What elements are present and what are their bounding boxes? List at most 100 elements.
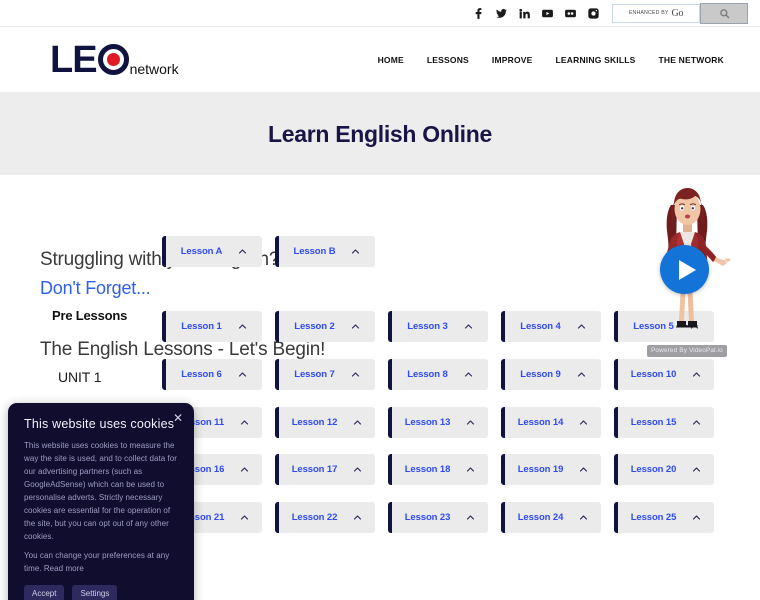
- linkedin-icon[interactable]: [518, 7, 531, 20]
- lesson-button-label: Lesson 1: [181, 321, 222, 332]
- lesson-button-label: Lesson 25: [630, 512, 677, 523]
- cookie-banner-body: This website uses cookies to measure the…: [24, 441, 177, 542]
- instagram-icon[interactable]: [587, 7, 600, 20]
- lesson-button[interactable]: Lesson 3: [388, 311, 488, 342]
- lesson-button[interactable]: Lesson 25: [614, 502, 714, 533]
- lesson-button-label: Lesson 2: [294, 321, 335, 332]
- lesson-button[interactable]: Lesson 24: [501, 502, 601, 533]
- hero-banner: Learn English Online: [0, 93, 760, 175]
- lesson-button[interactable]: Lesson 18: [388, 454, 488, 485]
- lesson-button-label: Lesson 6: [181, 369, 222, 380]
- lesson-button[interactable]: Lesson 23: [388, 502, 488, 533]
- lesson-button-label: Lesson 13: [404, 417, 451, 428]
- cookie-banner-title: This website uses cookies: [24, 417, 175, 432]
- main-navigation: HOME LESSONS IMPROVE LEARNING SKILLS THE…: [378, 55, 724, 65]
- lesson-button-label: Lesson 18: [404, 464, 451, 475]
- nav-item-the-network[interactable]: THE NETWORK: [659, 55, 724, 65]
- social-links: [472, 7, 600, 20]
- lesson-button[interactable]: Lesson 20: [614, 454, 714, 485]
- lesson-button-label: Lesson 23: [404, 512, 451, 523]
- lesson-button-label: Lesson 20: [630, 464, 677, 475]
- cookie-read-more-link[interactable]: Read more: [44, 564, 84, 573]
- main-content: Struggling with your English? Don't Forg…: [0, 175, 760, 600]
- lesson-button-label: Lesson 10: [630, 369, 677, 380]
- struggling-heading: Struggling with your English?: [40, 249, 280, 270]
- nav-item-home[interactable]: HOME: [378, 55, 404, 65]
- lesson-button[interactable]: Lesson 9: [501, 359, 601, 390]
- lesson-button[interactable]: Lesson 1: [162, 311, 262, 342]
- lesson-button[interactable]: Lesson 12: [275, 407, 375, 438]
- logo-o-ring: [97, 44, 129, 75]
- lesson-button-a[interactable]: Lesson A: [162, 236, 262, 267]
- youtube-icon[interactable]: [541, 7, 554, 20]
- lesson-button[interactable]: Lesson 19: [501, 454, 601, 485]
- chevron-up-icon: [692, 513, 701, 522]
- twitter-icon[interactable]: [495, 7, 508, 20]
- google-search-input[interactable]: ENHANCED BY Go: [612, 3, 700, 23]
- play-icon: [678, 259, 696, 280]
- lesson-button[interactable]: Lesson 14: [501, 407, 601, 438]
- lesson-button-b[interactable]: Lesson B: [275, 236, 375, 267]
- lesson-button[interactable]: Lesson 6: [162, 359, 262, 390]
- chevron-up-icon: [690, 322, 699, 331]
- chevron-up-icon: [692, 418, 701, 427]
- chevron-up-icon: [466, 418, 475, 427]
- lessons-heading: The English Lessons - Let's Begin!: [40, 339, 326, 360]
- chevron-up-icon: [238, 247, 247, 256]
- lesson-button[interactable]: Lesson 10: [614, 359, 714, 390]
- cookie-accept-button[interactable]: Accept: [24, 585, 65, 600]
- lesson-button[interactable]: Lesson 2: [275, 311, 375, 342]
- lesson-button[interactable]: Lesson 17: [275, 454, 375, 485]
- logo-text: LE: [50, 41, 129, 79]
- lesson-button[interactable]: Lesson 7: [275, 359, 375, 390]
- lesson-row: Lesson 21 Lesson 22 Lesson 23 Lesson 24 Less…: [162, 502, 714, 533]
- nav-item-lessons[interactable]: LESSONS: [427, 55, 469, 65]
- lesson-button[interactable]: Lesson 15: [614, 407, 714, 438]
- lesson-button[interactable]: Lesson 8: [388, 359, 488, 390]
- lesson-button-label: Lesson 3: [407, 321, 448, 332]
- site-logo[interactable]: LE network: [50, 41, 179, 79]
- lesson-button[interactable]: Lesson 4: [501, 311, 601, 342]
- lesson-button-label: Lesson 9: [520, 369, 561, 380]
- cookie-settings-button[interactable]: Settings: [72, 585, 118, 600]
- lesson-button-label: Lesson 12: [291, 417, 338, 428]
- lesson-button[interactable]: Lesson 5: [614, 311, 714, 342]
- cookie-banner-actions: Accept Settings: [24, 585, 180, 600]
- chevron-up-icon: [466, 513, 475, 522]
- facebook-icon[interactable]: [472, 7, 485, 20]
- pre-lessons-row: Lesson A Lesson B: [162, 236, 375, 267]
- lesson-button-label: Lesson 7: [294, 369, 335, 380]
- play-button[interactable]: [660, 245, 709, 294]
- nav-item-learning-skills[interactable]: LEARNING SKILLS: [556, 55, 636, 65]
- dont-forget-link[interactable]: Don't Forget...: [40, 278, 746, 299]
- chevron-up-icon: [240, 418, 249, 427]
- lesson-button[interactable]: Lesson 22: [275, 502, 375, 533]
- chevron-up-icon: [351, 247, 360, 256]
- lesson-button[interactable]: Lesson 13: [388, 407, 488, 438]
- google-logo-mark: Go: [671, 7, 684, 19]
- lesson-button-label: Lesson 22: [291, 512, 338, 523]
- chevron-up-icon: [579, 418, 588, 427]
- lesson-row: Lesson 6 Lesson 7 Lesson 8 Lesson 9 Lesson 1…: [162, 359, 714, 390]
- search-enhanced-label: ENHANCED BY: [628, 10, 669, 16]
- lesson-button-label: Lesson 24: [517, 512, 564, 523]
- videopal-watermark[interactable]: Powered By VideoPal.io: [647, 345, 727, 357]
- chevron-up-icon: [353, 465, 362, 474]
- lesson-button-label: Lesson 19: [517, 464, 564, 475]
- lesson-button-label: Lesson 8: [407, 369, 448, 380]
- chevron-up-icon: [238, 370, 247, 379]
- search-icon: [719, 8, 730, 19]
- chevron-up-icon: [692, 465, 701, 474]
- lesson-row: Lesson 11 Lesson 12 Lesson 13 Lesson 14 Less…: [162, 407, 714, 438]
- search-button[interactable]: [700, 2, 748, 24]
- nav-item-improve[interactable]: IMPROVE: [492, 55, 533, 65]
- chevron-up-icon: [240, 465, 249, 474]
- chevron-up-icon: [466, 465, 475, 474]
- chevron-up-icon: [579, 513, 588, 522]
- chevron-up-icon: [577, 370, 586, 379]
- site-header: LE network HOME LESSONS IMPROVE LEARNING…: [0, 27, 760, 93]
- close-icon[interactable]: ✕: [173, 412, 183, 424]
- flickr-icon[interactable]: [564, 7, 577, 20]
- chevron-up-icon: [351, 370, 360, 379]
- top-utility-bar: ENHANCED BY Go: [0, 0, 760, 27]
